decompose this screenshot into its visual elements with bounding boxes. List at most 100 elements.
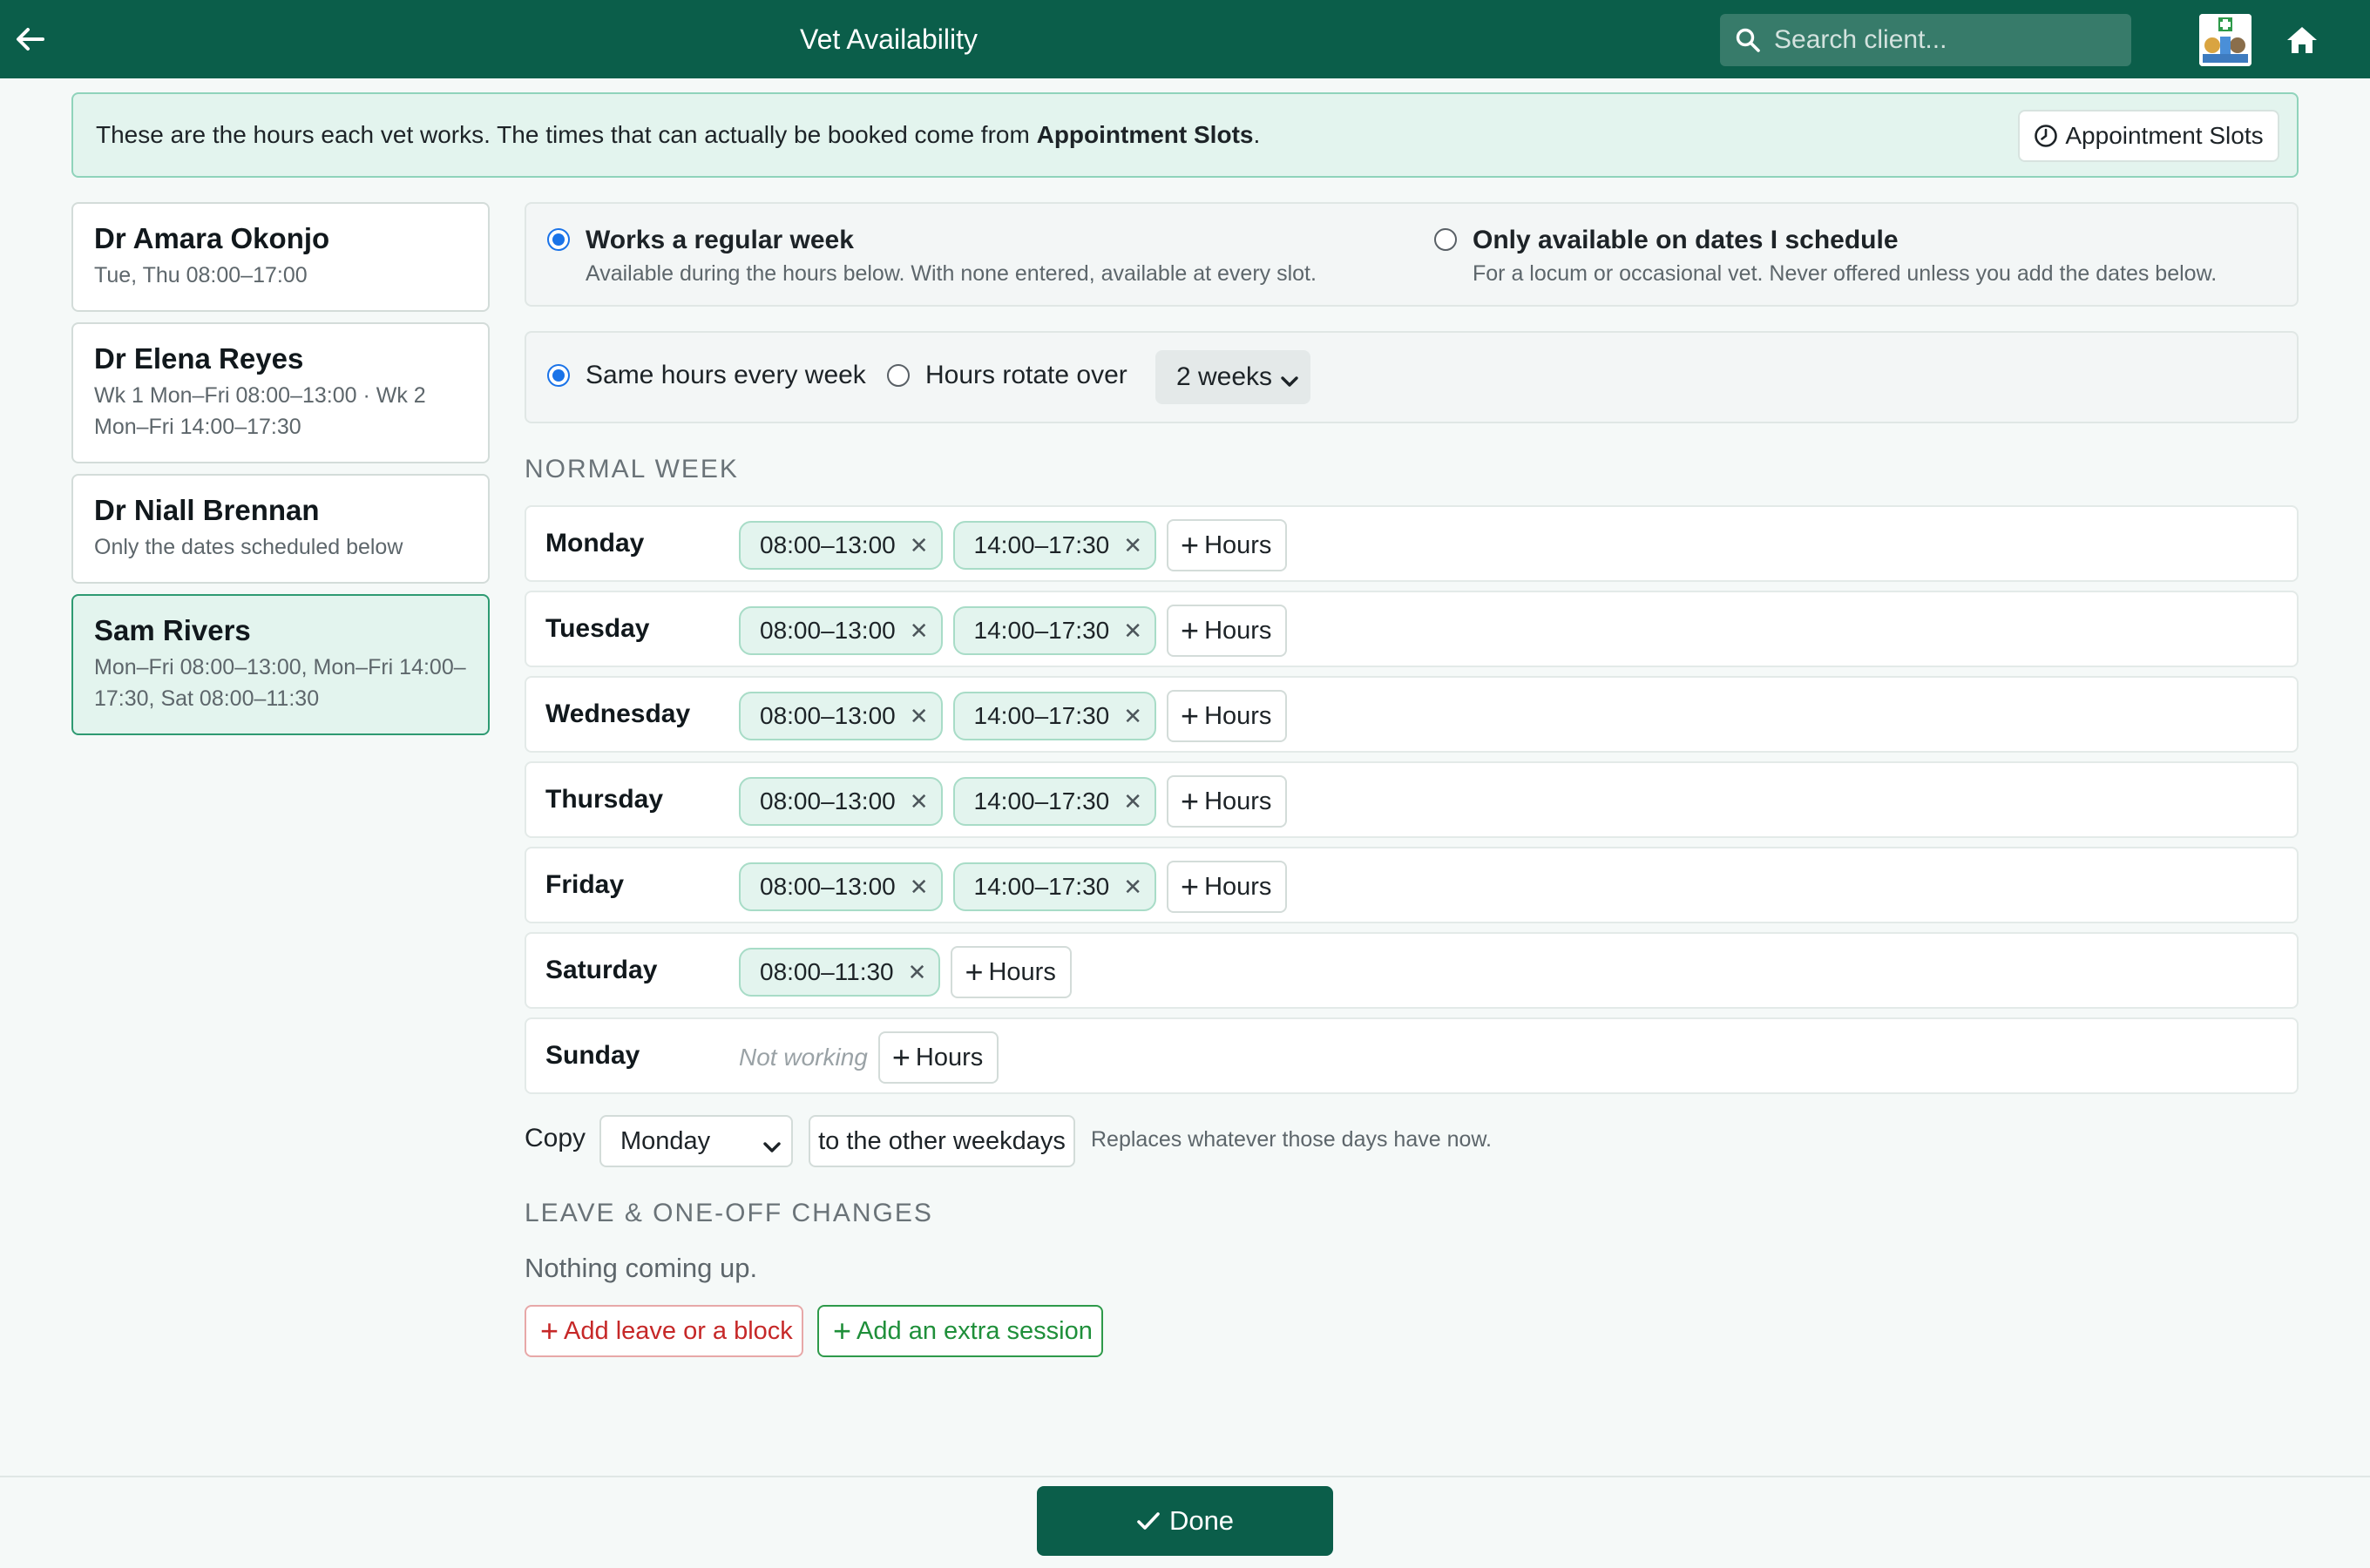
copy-note: Replaces whatever those days have now. bbox=[1091, 1127, 1492, 1152]
remove-icon[interactable]: ✕ bbox=[910, 532, 929, 559]
add-hours-label: Hours bbox=[1204, 872, 1272, 901]
day-row-monday: Monday 08:00–13:00 ✕ 14:00–17:30 ✕ + Hours bbox=[525, 505, 2299, 582]
add-hours-label: Hours bbox=[1204, 701, 1272, 730]
hours-chip: 08:00–13:00 ✕ bbox=[739, 777, 943, 826]
vet-card[interactable]: Dr Niall Brennan Only the dates schedule… bbox=[71, 474, 490, 584]
banner-text-part: These are the hours each vet works. The … bbox=[96, 121, 1037, 148]
rotate-hours-radio[interactable] bbox=[887, 364, 910, 387]
page-title: Vet Availability bbox=[800, 24, 978, 55]
vet-name: Sam Rivers bbox=[94, 614, 251, 646]
vet-summary: Tue, Thu 08:00–17:00 bbox=[94, 263, 308, 287]
copy-day-value: Monday bbox=[620, 1126, 711, 1155]
hours-chips: 08:00–13:00 ✕ 14:00–17:30 ✕ + Hours bbox=[739, 861, 1288, 913]
regular-week-radio[interactable] bbox=[547, 228, 570, 251]
plus-icon: + bbox=[1181, 527, 1200, 563]
hours-chip: 14:00–17:30 ✕ bbox=[952, 692, 1157, 740]
hours-range: 08:00–13:00 bbox=[760, 787, 896, 814]
vet-card[interactable]: Dr Elena Reyes Wk 1 Mon–Fri 08:00–13:00 … bbox=[71, 322, 490, 463]
add-hours-button[interactable]: + Hours bbox=[1167, 775, 1288, 828]
rotation-weeks-select[interactable]: 2 weeks bbox=[1155, 350, 1310, 404]
clinic-logo-icon bbox=[2199, 14, 2252, 66]
day-row-friday: Friday 08:00–13:00 ✕ 14:00–17:30 ✕ + Hours bbox=[525, 847, 2299, 923]
avatar[interactable] bbox=[2199, 14, 2252, 66]
vet-name: Dr Niall Brennan bbox=[94, 494, 320, 526]
remove-icon[interactable]: ✕ bbox=[910, 874, 929, 901]
remove-icon[interactable]: ✕ bbox=[910, 703, 929, 730]
rotate-hours-option[interactable]: Hours rotate over bbox=[887, 361, 1127, 390]
add-leave-button[interactable]: + Add leave or a block bbox=[525, 1305, 803, 1357]
normal-week-heading: Normal week bbox=[525, 455, 739, 483]
remove-icon[interactable]: ✕ bbox=[1123, 874, 1142, 901]
hours-range: 08:00–13:00 bbox=[760, 531, 896, 558]
day-name: Thursday bbox=[545, 785, 664, 814]
scheduled-dates-radio[interactable] bbox=[1434, 228, 1457, 251]
add-hours-label: Hours bbox=[1204, 531, 1272, 559]
rotate-hours-label: Hours rotate over bbox=[925, 361, 1127, 389]
remove-icon[interactable]: ✕ bbox=[910, 618, 929, 645]
vet-card-selected[interactable]: Sam Rivers Mon–Fri 08:00–13:00, Mon–Fri … bbox=[71, 594, 490, 735]
appointment-slots-button[interactable]: Appointment Slots bbox=[2018, 110, 2279, 162]
vet-card[interactable]: Dr Amara Okonjo Tue, Thu 08:00–17:00 bbox=[71, 202, 490, 312]
add-hours-button[interactable]: + Hours bbox=[1167, 519, 1288, 571]
availability-mode-panel: Works a regular week Available during th… bbox=[525, 202, 2299, 307]
add-hours-label: Hours bbox=[1204, 787, 1272, 815]
chevron-down-icon bbox=[762, 1134, 782, 1163]
remove-icon[interactable]: ✕ bbox=[1123, 703, 1142, 730]
footer-bar: Done bbox=[0, 1476, 2370, 1568]
hours-chip: 14:00–17:30 ✕ bbox=[952, 777, 1157, 826]
vet-name: Dr Amara Okonjo bbox=[94, 222, 330, 254]
hours-chips: 08:00–13:00 ✕ 14:00–17:30 ✕ + Hours bbox=[739, 690, 1288, 742]
plus-icon: + bbox=[1181, 868, 1200, 904]
remove-icon[interactable]: ✕ bbox=[1123, 532, 1142, 559]
plus-icon: + bbox=[1181, 783, 1200, 819]
hours-range: 08:00–13:00 bbox=[760, 702, 896, 729]
remove-icon[interactable]: ✕ bbox=[1123, 618, 1142, 645]
day-row-wednesday: Wednesday 08:00–13:00 ✕ 14:00–17:30 ✕ + Hou… bbox=[525, 676, 2299, 753]
hours-chip: 14:00–17:30 ✕ bbox=[952, 521, 1157, 570]
vet-name: Dr Elena Reyes bbox=[94, 342, 304, 375]
search-box[interactable] bbox=[1720, 14, 2131, 66]
plus-icon: + bbox=[891, 1039, 911, 1075]
vet-summary: Mon–Fri 08:00–13:00, Mon–Fri 14:00–17:30… bbox=[94, 655, 466, 711]
regular-week-option[interactable]: Works a regular week Available during th… bbox=[547, 225, 1331, 294]
add-hours-button[interactable]: + Hours bbox=[1167, 861, 1288, 913]
not-working-label: Not working bbox=[739, 1044, 868, 1071]
copy-to-weekdays-button[interactable]: to the other weekdays bbox=[809, 1115, 1075, 1167]
add-hours-button[interactable]: + Hours bbox=[1167, 605, 1288, 657]
copy-day-select[interactable]: Monday bbox=[599, 1115, 793, 1167]
add-extra-session-label: Add an extra session bbox=[857, 1316, 1093, 1345]
hours-chips: 08:00–13:00 ✕ 14:00–17:30 ✕ + Hours bbox=[739, 519, 1288, 571]
day-row-tuesday: Tuesday 08:00–13:00 ✕ 14:00–17:30 ✕ + Hours bbox=[525, 591, 2299, 667]
regular-week-title: Works a regular week bbox=[586, 226, 854, 254]
hours-chips: 08:00–13:00 ✕ 14:00–17:30 ✕ + Hours bbox=[739, 605, 1288, 657]
hours-chip: 08:00–13:00 ✕ bbox=[739, 692, 943, 740]
remove-icon[interactable]: ✕ bbox=[1123, 788, 1142, 815]
hours-range: 14:00–17:30 bbox=[973, 702, 1110, 729]
same-hours-radio[interactable] bbox=[547, 364, 570, 387]
hours-chip: 08:00–13:00 ✕ bbox=[739, 862, 943, 911]
hours-range: 14:00–17:30 bbox=[973, 873, 1110, 900]
add-hours-label: Hours bbox=[915, 1043, 984, 1071]
same-hours-label: Same hours every week bbox=[586, 361, 866, 389]
scheduled-dates-option[interactable]: Only available on dates I schedule For a… bbox=[1434, 225, 2271, 294]
add-hours-label: Hours bbox=[988, 957, 1056, 986]
add-hours-label: Hours bbox=[1204, 616, 1272, 645]
banner-text-end: . bbox=[1253, 121, 1261, 148]
plus-icon: + bbox=[1181, 698, 1200, 733]
done-button[interactable]: Done bbox=[1037, 1486, 1333, 1556]
add-hours-button[interactable]: + Hours bbox=[1167, 690, 1288, 742]
add-hours-button[interactable]: + Hours bbox=[877, 1031, 999, 1084]
hours-chip: 14:00–17:30 ✕ bbox=[952, 862, 1157, 911]
same-hours-option[interactable]: Same hours every week bbox=[547, 361, 866, 390]
add-hours-button[interactable]: + Hours bbox=[951, 946, 1072, 998]
hours-chip: 08:00–13:00 ✕ bbox=[739, 521, 943, 570]
info-banner: These are the hours each vet works. The … bbox=[71, 92, 2299, 178]
day-row-sunday: Sunday Not working + Hours bbox=[525, 1017, 2299, 1094]
home-button[interactable] bbox=[2283, 21, 2321, 59]
plus-icon: + bbox=[540, 1313, 559, 1348]
search-icon bbox=[1734, 26, 1762, 54]
search-input[interactable] bbox=[1774, 25, 2114, 55]
remove-icon[interactable]: ✕ bbox=[910, 788, 929, 815]
remove-icon[interactable]: ✕ bbox=[908, 959, 927, 986]
add-extra-session-button[interactable]: + Add an extra session bbox=[817, 1305, 1103, 1357]
